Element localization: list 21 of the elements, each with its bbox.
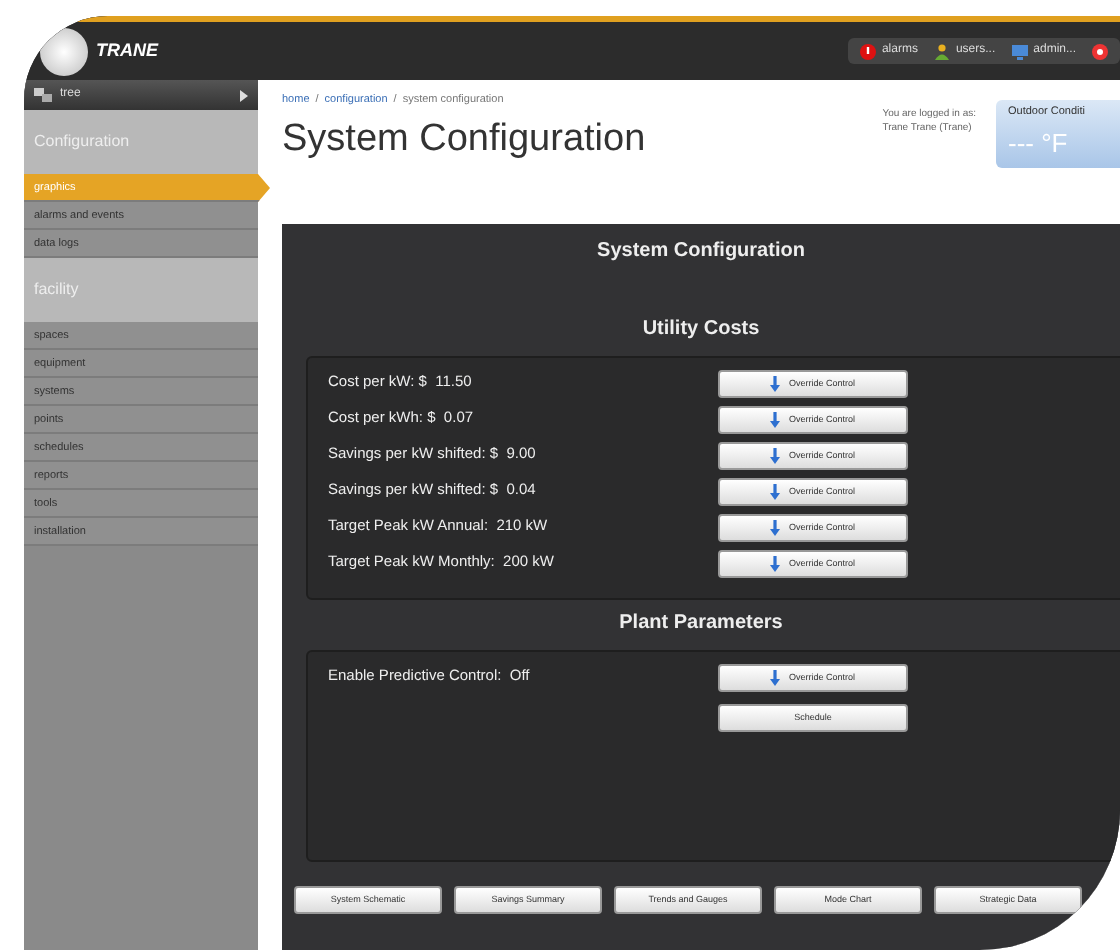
down-arrow-icon xyxy=(770,448,781,464)
logo-text: TRANE xyxy=(96,37,158,64)
down-arrow-icon xyxy=(770,376,781,392)
arrow-icon xyxy=(240,89,248,101)
monitor-icon xyxy=(1011,43,1028,59)
down-arrow-icon xyxy=(770,556,781,572)
help-icon xyxy=(1092,43,1108,59)
section-title: Plant Parameters xyxy=(617,610,785,638)
tree-icon xyxy=(34,88,52,102)
down-arrow-icon xyxy=(770,484,781,500)
panel-title: System Configuration xyxy=(595,238,807,266)
down-arrow-icon xyxy=(770,520,781,536)
page-title: System Configuration xyxy=(282,116,646,165)
logo-icon xyxy=(40,27,88,75)
outdoor-value: --- °F xyxy=(1008,126,1068,163)
down-arrow-icon xyxy=(770,670,781,686)
user-icon xyxy=(933,43,950,59)
down-arrow-icon xyxy=(770,412,781,428)
menu-item[interactable] xyxy=(1092,43,1108,59)
alarm-icon xyxy=(859,43,876,59)
section-title: Utility Costs xyxy=(640,316,762,344)
